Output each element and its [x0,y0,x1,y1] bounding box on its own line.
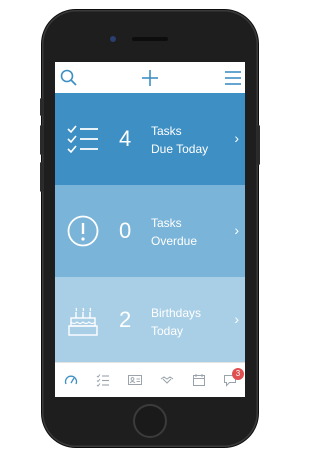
chevron-right-icon: › [234,311,239,327]
tasks-overdue-count: 0 [119,218,132,243]
chevron-right-icon: › [234,222,239,238]
tile-birthdays-today[interactable]: 2 Birthdays Today › [55,277,245,363]
search-icon[interactable] [59,68,79,88]
phone-side-button [40,98,43,116]
tasks-icon[interactable] [96,373,110,387]
phone-volume-up [40,125,43,155]
tasks-overdue-label-line2: Overdue [151,234,198,248]
tasks-due-count: 4 [119,126,132,151]
earpiece-speaker [132,37,168,41]
plus-icon[interactable] [140,68,160,88]
chevron-right-icon: › [234,130,239,146]
alert-icon [67,215,99,247]
tile-tasks-due-today[interactable]: 4 Tasks Due Today › [55,93,245,185]
menu-icon[interactable] [223,68,243,88]
notification-badge: 3 [232,368,244,380]
handshake-icon[interactable] [160,373,174,387]
front-camera [110,36,116,42]
bottom-tab-bar: 3 [55,362,245,397]
home-button[interactable] [133,404,167,438]
birthdays-label-line1: Birthdays [151,306,202,320]
tasks-due-label-line1: Tasks [151,124,182,138]
phone-power-button [257,125,260,165]
checklist-icon [67,125,98,153]
tasks-due-label-line2: Due Today [151,142,209,156]
tasks-overdue-label-line1: Tasks [151,216,182,230]
contacts-icon[interactable] [128,373,142,387]
app-screen: 4 Tasks Due Today › 0 Tasks Overdue › 2 … [55,62,245,397]
birthdays-label-line2: Today [151,324,184,338]
calendar-icon[interactable] [192,373,206,387]
tile-tasks-overdue[interactable]: 0 Tasks Overdue › [55,185,245,277]
cake-icon [68,307,98,336]
birthdays-count: 2 [119,307,132,332]
dashboard-icon[interactable] [64,373,78,387]
top-toolbar [55,62,245,93]
phone-volume-down [40,162,43,192]
